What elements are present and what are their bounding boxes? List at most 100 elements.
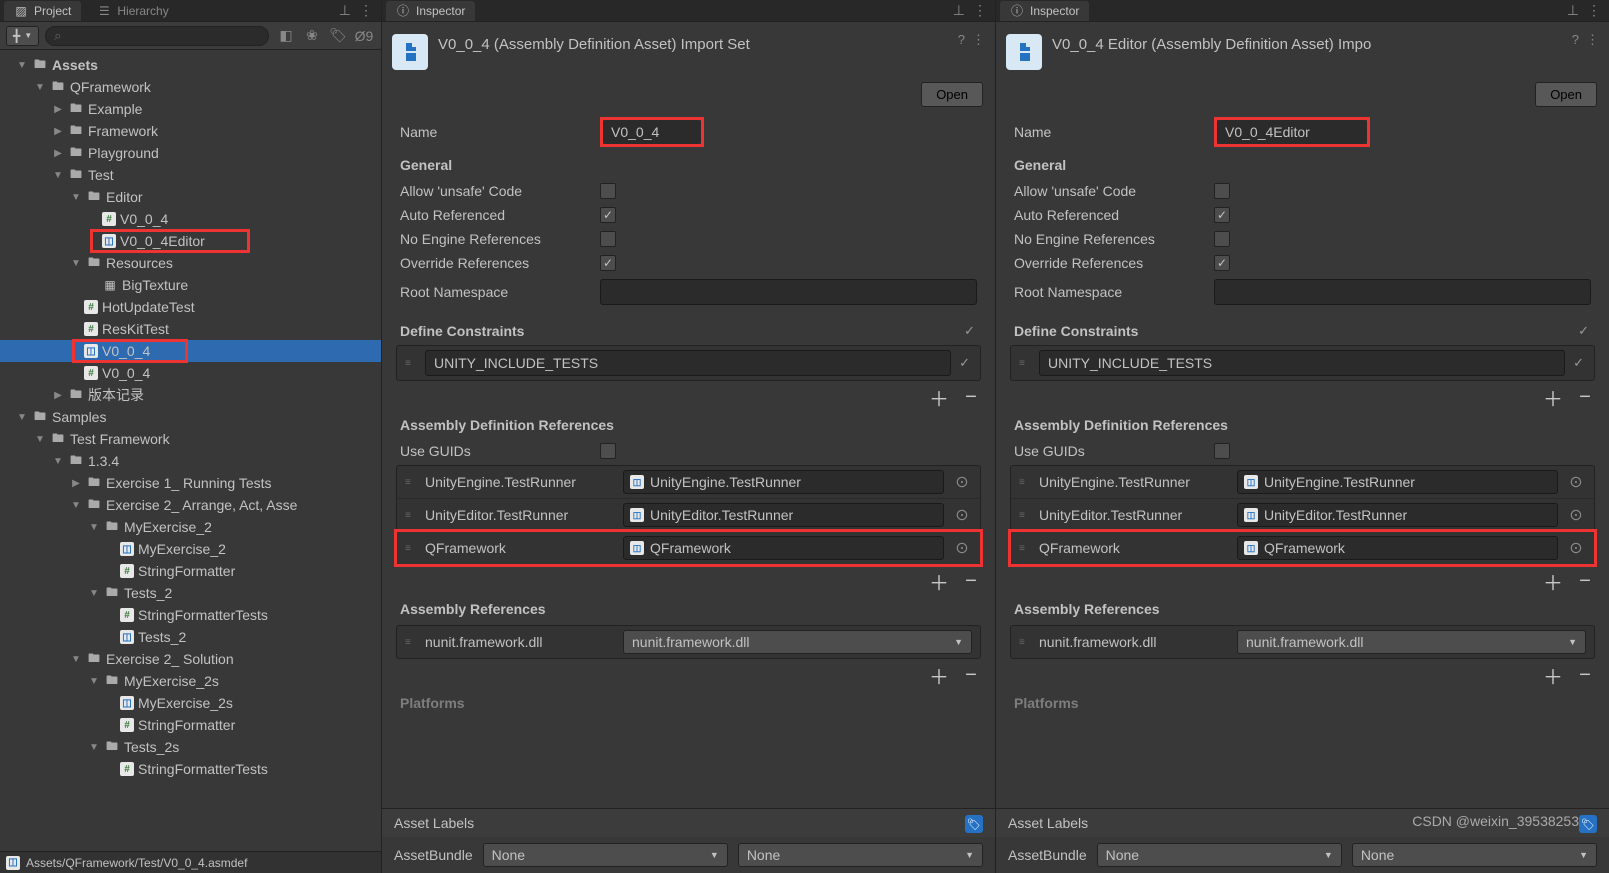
tag-icon[interactable]: 🏷 [965,815,983,833]
tree-item[interactable]: ▶🖿Example [0,98,381,120]
checkbox[interactable]: ✓ [600,255,616,271]
add-button[interactable]: ＋ [927,571,951,591]
context-menu-icon[interactable]: ⋮ [972,32,985,48]
drag-handle-icon[interactable]: ≡ [405,637,417,648]
list-item-highlighted[interactable]: ≡QFramework◫QFramework⊙ [1008,529,1597,567]
object-field[interactable]: ◫UnityEditor.TestRunner [1237,503,1558,527]
object-picker-icon[interactable]: ⊙ [952,538,972,558]
drag-handle-icon[interactable]: ≡ [405,510,417,521]
tree-item[interactable]: ◫MyExercise_2 [0,538,381,560]
drag-handle-icon[interactable]: ≡ [405,477,417,488]
assetbundle-dropdown[interactable]: None▼ [483,843,728,867]
add-button[interactable]: ＋ [927,665,951,685]
add-button[interactable]: ＋ [927,387,951,407]
tree-item[interactable]: #StringFormatter [0,714,381,736]
drag-handle-icon[interactable]: ≡ [1019,543,1031,554]
tree-item[interactable]: ▼🖿1.3.4 [0,450,381,472]
checkbox[interactable] [1214,443,1230,459]
dropdown-field[interactable]: nunit.framework.dll▼ [623,630,972,654]
tree-item[interactable]: ▼🖿Resources [0,252,381,274]
root-namespace-field[interactable] [1214,279,1591,305]
list-item[interactable]: ≡✓ [1011,346,1594,380]
help-icon[interactable]: ? [1572,32,1579,47]
remove-button[interactable]: − [1573,571,1597,591]
name-field[interactable] [1217,120,1367,144]
panel-menu-icon[interactable]: ⋮ [973,2,987,19]
object-field[interactable]: ◫QFramework [623,536,944,560]
object-picker-icon[interactable]: ⊙ [952,472,972,492]
checkbox[interactable] [600,443,616,459]
tree-item[interactable]: ▼🖿Editor [0,186,381,208]
assetbundle-dropdown[interactable]: None▼ [1097,843,1342,867]
open-button[interactable]: Open [921,82,983,107]
help-icon[interactable]: ? [958,32,965,47]
favorite-icon[interactable]: ❀ [301,26,323,46]
tree-item[interactable]: #StringFormatterTests [0,604,381,626]
tree-item[interactable]: #HotUpdateTest [0,296,381,318]
tree-item[interactable]: ▼🖿Test Framework [0,428,381,450]
object-picker-icon[interactable]: ⊙ [952,505,972,525]
assetbundle-variant-dropdown[interactable]: None▼ [1352,843,1597,867]
checkbox[interactable]: ✓ [1214,207,1230,223]
remove-button[interactable]: − [959,387,983,407]
list-item[interactable]: ≡nunit.framework.dllnunit.framework.dll▼ [1011,626,1594,658]
list-item[interactable]: ≡UnityEngine.TestRunner◫UnityEngine.Test… [397,466,980,499]
filter-icon[interactable]: ◧ [275,26,297,46]
assetbundle-variant-dropdown[interactable]: None▼ [738,843,983,867]
tree-item[interactable]: ▼🖿MyExercise_2s [0,670,381,692]
tree-item[interactable]: ▼🖿QFramework [0,76,381,98]
tag-icon[interactable]: 🏷 [1579,815,1597,833]
label-icon[interactable]: 🏷 [327,26,349,46]
drag-handle-icon[interactable]: ≡ [405,358,417,369]
open-button[interactable]: Open [1535,82,1597,107]
visibility-icon[interactable]: Ø9 [353,26,375,46]
remove-button[interactable]: − [959,665,983,685]
tree-item[interactable]: ▦BigTexture [0,274,381,296]
list-item[interactable]: ≡✓ [397,346,980,380]
checkbox[interactable]: ✓ [600,207,616,223]
tree-item[interactable]: ▼🖿Tests_2s [0,736,381,758]
checkbox[interactable]: ✓ [1214,255,1230,271]
add-button[interactable]: ＋ [1541,387,1565,407]
object-field[interactable]: ◫UnityEngine.TestRunner [623,470,944,494]
drag-handle-icon[interactable]: ≡ [1019,510,1031,521]
object-field[interactable]: ◫QFramework [1237,536,1558,560]
list-item[interactable]: ≡UnityEngine.TestRunner◫UnityEngine.Test… [1011,466,1594,499]
tree-item[interactable]: ◫Tests_2 [0,626,381,648]
tree-item[interactable]: ▼🖿Assets [0,54,381,76]
add-button[interactable]: ＋ [1541,665,1565,685]
list-item[interactable]: ≡UnityEditor.TestRunner◫UnityEditor.Test… [1011,499,1594,532]
object-picker-icon[interactable]: ⊙ [1566,472,1586,492]
tree-item[interactable]: #StringFormatterTests [0,758,381,780]
list-item-highlighted[interactable]: ≡QFramework◫QFramework⊙ [394,529,983,567]
drag-handle-icon[interactable]: ≡ [1019,477,1031,488]
tab-inspector[interactable]: ⓘInspector [386,1,475,21]
tab-hierarchy[interactable]: ☰ Hierarchy [87,1,178,21]
tree-item[interactable]: #StringFormatter [0,560,381,582]
checkbox[interactable] [600,183,616,199]
tree-item[interactable]: ▶🖿版本记录 [0,384,381,406]
tab-project[interactable]: ▨ Project [4,1,81,21]
tree-item[interactable]: ▼🖿MyExercise_2 [0,516,381,538]
panel-menu-icon[interactable]: ⋮ [1587,2,1601,19]
object-field[interactable]: ◫UnityEditor.TestRunner [623,503,944,527]
lock-icon[interactable]: ⊥ [1567,2,1579,19]
tree-item[interactable]: #ResKitTest [0,318,381,340]
tree-item[interactable]: ◫MyExercise_2s [0,692,381,714]
constraint-field[interactable] [425,350,951,376]
drag-handle-icon[interactable]: ≡ [405,543,417,554]
remove-button[interactable]: − [1573,387,1597,407]
tree-item[interactable]: ▶🖿Exercise 1_ Running Tests [0,472,381,494]
root-namespace-field[interactable] [600,279,977,305]
object-field[interactable]: ◫UnityEngine.TestRunner [1237,470,1558,494]
tree-item[interactable]: #V0_0_4 [0,362,381,384]
checkbox[interactable] [600,231,616,247]
tree-item[interactable]: ▼🖿Exercise 2_ Arrange, Act, Asse [0,494,381,516]
add-button[interactable]: ＋ [1541,571,1565,591]
tree-item[interactable]: ▼🖿Exercise 2_ Solution [0,648,381,670]
context-menu-icon[interactable]: ⋮ [1586,32,1599,48]
panel-menu-icon[interactable]: ⋮ [359,2,373,19]
dropdown-field[interactable]: nunit.framework.dll▼ [1237,630,1586,654]
constraint-field[interactable] [1039,350,1565,376]
lock-icon[interactable]: ⊥ [339,2,351,19]
